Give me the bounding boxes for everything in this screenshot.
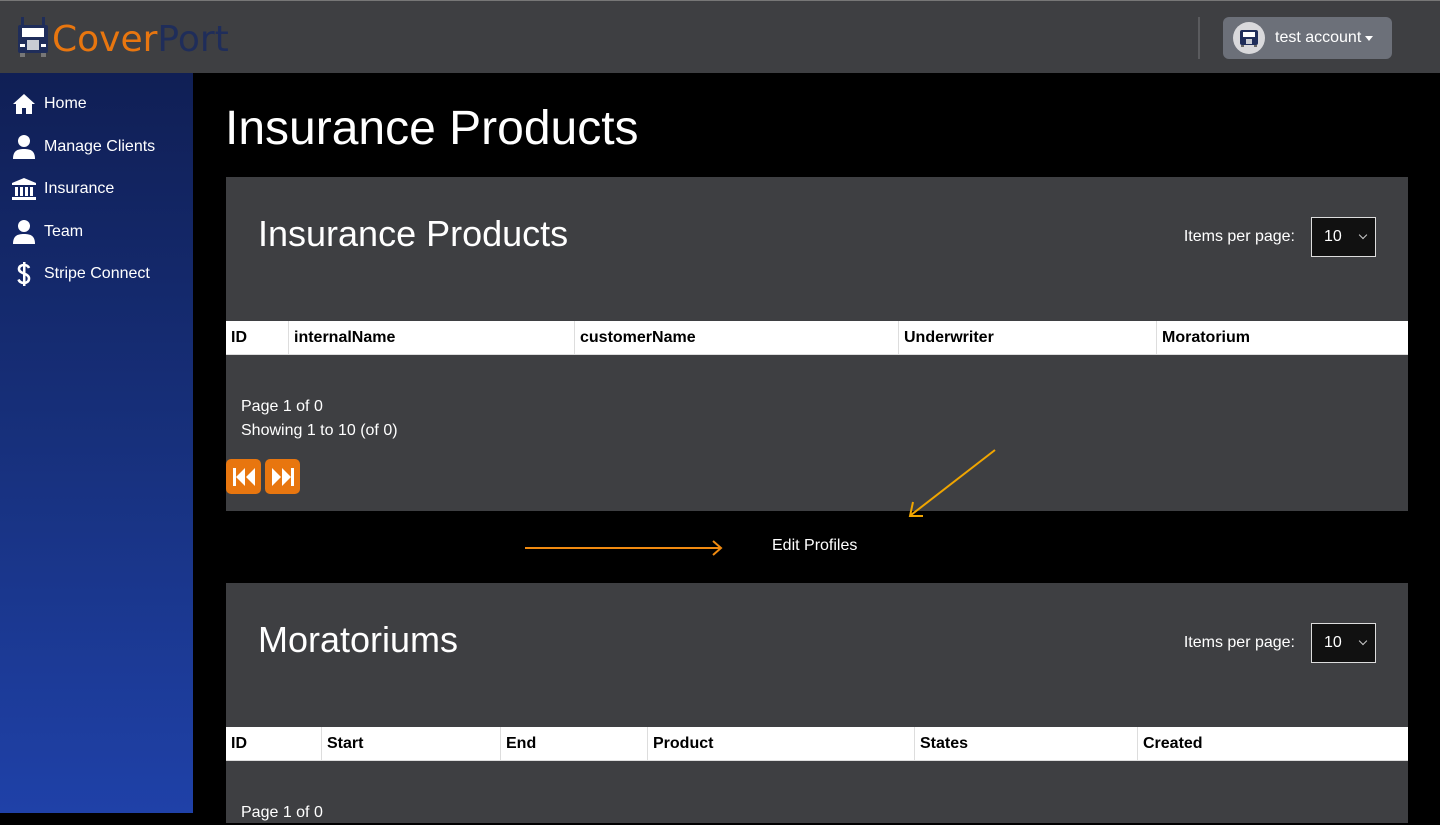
- sidebar-item-label: Manage Clients: [44, 137, 156, 155]
- sidebar-item-manage-clients[interactable]: Manage Clients: [0, 126, 193, 169]
- card-title: Moratoriums: [258, 619, 459, 660]
- sidebar-item-label: Stripe Connect: [44, 265, 150, 283]
- items-per-page-label: Items per page:: [1183, 228, 1295, 245]
- bank-icon: [12, 177, 36, 201]
- items-per-page-control: Items per page: 10: [1184, 217, 1376, 257]
- sidebar: Home Manage Clients Insurance Team Strip…: [0, 73, 193, 813]
- items-per-page-label: Items per page:: [1183, 634, 1295, 651]
- select-value: 10: [1324, 228, 1342, 245]
- sidebar-item-label: Insurance: [44, 180, 115, 198]
- main-content: Insurance Products Insurance Products It…: [193, 73, 1440, 823]
- avatar: [1233, 22, 1265, 54]
- sidebar-item-stripe-connect[interactable]: Stripe Connect: [0, 253, 193, 296]
- top-navbar: Cover Port test account: [0, 0, 1440, 73]
- card-title: Insurance Products: [258, 213, 569, 254]
- dollar-icon: [12, 262, 36, 287]
- table-header: ID internalName customerName Underwriter…: [226, 321, 1408, 355]
- sidebar-item-label: Team: [44, 222, 84, 240]
- chevron-down-icon: [1358, 230, 1368, 240]
- moratoriums-card: Moratoriums Items per page: 10 ID Start …: [226, 583, 1408, 823]
- page-info: Page 1 of 0: [241, 804, 323, 821]
- user-icon: [12, 134, 36, 159]
- account-name: test account: [1275, 29, 1362, 46]
- sidebar-item-insurance[interactable]: Insurance: [0, 168, 193, 211]
- first-page-button[interactable]: [226, 459, 261, 494]
- account-dropdown-button[interactable]: test account: [1223, 17, 1392, 59]
- sidebar-item-label: Home: [44, 95, 87, 113]
- brand-logo[interactable]: Cover Port: [16, 15, 229, 66]
- page-title: Insurance Products: [225, 102, 639, 155]
- column-header-end[interactable]: End: [500, 727, 647, 761]
- insurance-products-card: Insurance Products Items per page: 10 ID…: [226, 177, 1408, 511]
- column-header-created[interactable]: Created: [1137, 727, 1408, 761]
- column-header-id[interactable]: ID: [226, 727, 321, 761]
- table-header: ID Start End Product States Created: [226, 727, 1408, 761]
- home-icon: [12, 92, 36, 116]
- column-header-moratorium[interactable]: Moratorium: [1156, 321, 1408, 355]
- pagination-buttons: [226, 459, 300, 494]
- truck-avatar-icon: [1240, 30, 1258, 47]
- last-page-button[interactable]: [265, 459, 300, 494]
- pagination-info: Page 1 of 0 Showing 1 to 10 (of 0): [241, 395, 398, 443]
- items-per-page-control: Items per page: 10: [1184, 623, 1376, 663]
- brand-name-cover: Cover: [52, 19, 158, 60]
- sidebar-item-home[interactable]: Home: [0, 83, 193, 126]
- skip-forward-icon: [271, 467, 294, 486]
- user-icon: [12, 219, 36, 244]
- select-value: 10: [1324, 634, 1342, 651]
- column-header-underwriter[interactable]: Underwriter: [898, 321, 1156, 355]
- items-per-page-select[interactable]: 10: [1311, 623, 1376, 663]
- truck-logo-icon: [16, 15, 50, 66]
- column-header-start[interactable]: Start: [321, 727, 500, 761]
- page-info: Page 1 of 0: [241, 398, 323, 415]
- brand-name-port: Port: [157, 19, 229, 60]
- showing-info: Showing 1 to 10 (of 0): [241, 422, 398, 439]
- caret-down-icon: [1365, 35, 1374, 41]
- column-header-id[interactable]: ID: [226, 321, 288, 355]
- column-header-customer-name[interactable]: customerName: [574, 321, 898, 355]
- column-header-internal-name[interactable]: internalName: [288, 321, 574, 355]
- column-header-states[interactable]: States: [914, 727, 1137, 761]
- skip-back-icon: [232, 467, 255, 486]
- chevron-down-icon: [1358, 636, 1368, 646]
- edit-profiles-link[interactable]: Edit Profiles: [772, 537, 857, 555]
- pagination-info: Page 1 of 0: [241, 801, 323, 825]
- sidebar-item-team[interactable]: Team: [0, 211, 193, 254]
- navbar-divider: [1198, 17, 1200, 59]
- column-header-product[interactable]: Product: [647, 727, 914, 761]
- items-per-page-select[interactable]: 10: [1311, 217, 1376, 257]
